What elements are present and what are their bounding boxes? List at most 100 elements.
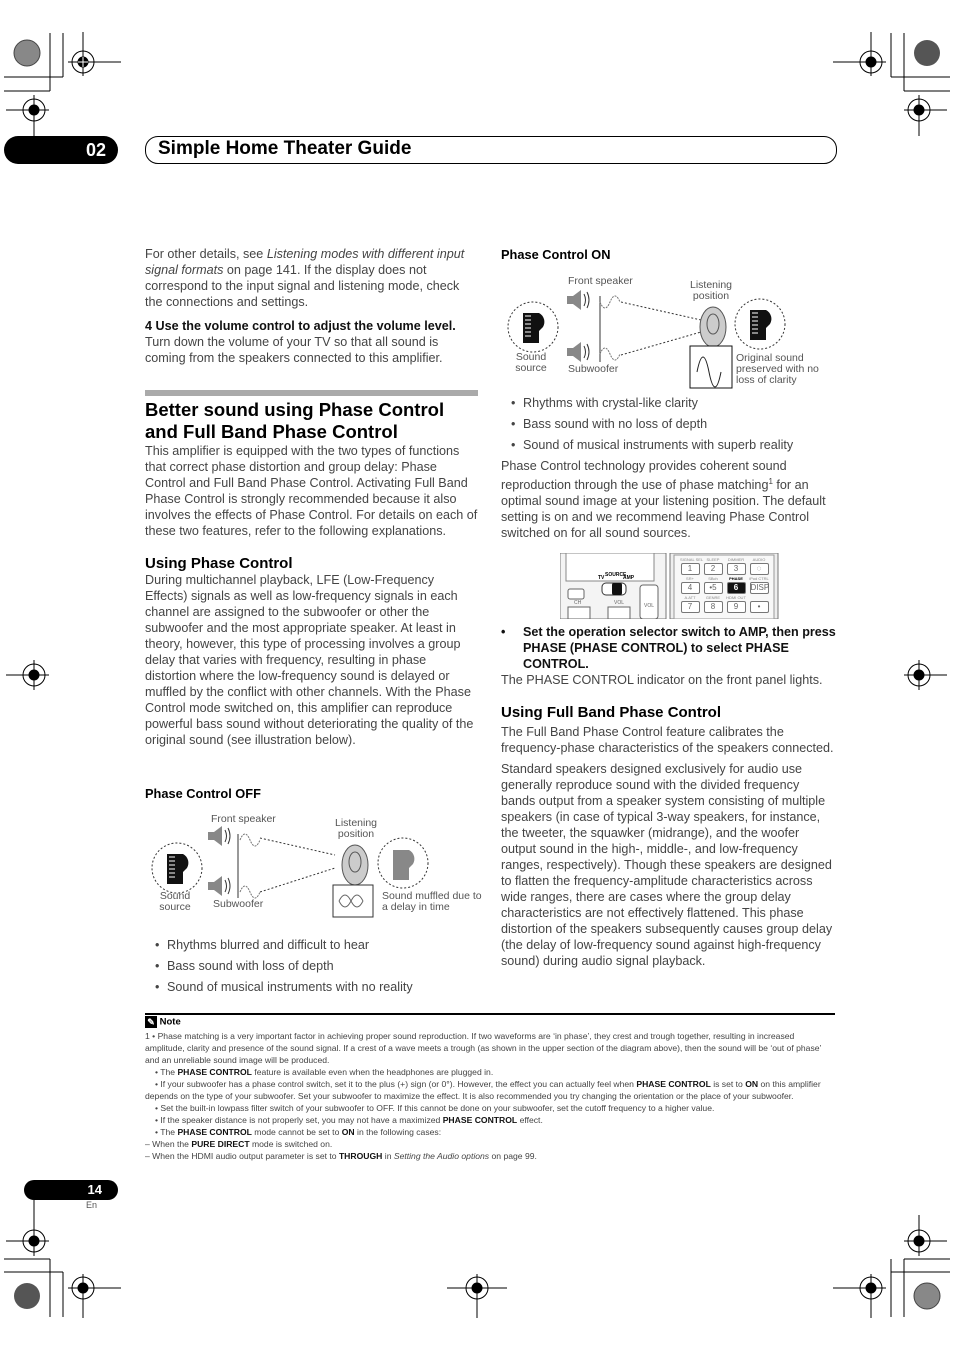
remote-key-caption: iPod CTRL	[749, 576, 769, 581]
remote-key[interactable]: DIMMER 3	[726, 557, 746, 575]
remote-key-caption: GENRE	[705, 595, 721, 600]
remote-key-button[interactable]: 8	[703, 601, 723, 613]
chapter-title: Simple Home Theater Guide	[158, 138, 412, 159]
label-subwoofer: Subwoofer	[213, 898, 264, 910]
remote-key[interactable]: AUDIO ◌	[749, 557, 769, 575]
label-subwoofer: Subwoofer	[568, 363, 619, 375]
section-title: Better sound using Phase Control and Ful…	[145, 399, 445, 442]
step4-text: Turn down the volume of your TV so that …	[145, 335, 443, 365]
remote-key[interactable]: •	[749, 595, 769, 613]
page-number: 14	[87, 1182, 102, 1197]
label-listening-position: Listening position	[689, 279, 733, 302]
page-number-tab: 14	[24, 1180, 118, 1200]
remote-key-button[interactable]: •	[749, 601, 769, 613]
bullet-item: Rhythms with crystal-like clarity	[501, 393, 836, 414]
note-item: • The PHASE CONTROL mode cannot be set t…	[155, 1127, 442, 1137]
muffled-piano-icon	[393, 850, 415, 880]
left-column: For other details, see Listening modes w…	[145, 246, 480, 366]
remote-key-button[interactable]: 7	[680, 601, 700, 613]
label-listening-position: Listening position	[334, 817, 378, 840]
remote-illustration: TV SOURCE AMP CH VOL VOL SIGNAL SEL 1 SLEE…	[560, 553, 780, 619]
label-sound-source: Sound source	[515, 351, 547, 374]
bullet-item: Rhythms blurred and difficult to hear	[145, 935, 480, 956]
instruction-text: • Set the operation selector switch to AM…	[501, 625, 836, 671]
step4-heading: 4 Use the volume control to adjust the v…	[145, 319, 456, 333]
remote-key-button[interactable]: DISP	[749, 582, 769, 594]
vol-label: VOL	[614, 600, 625, 606]
remote-key-button[interactable]: 1	[680, 563, 700, 575]
bullet-item: Sound of musical instruments with superb…	[501, 435, 836, 456]
remote-key[interactable]: PHASE 6	[726, 576, 746, 594]
subwoofer-icon	[567, 342, 581, 362]
bullet-item: Bass sound with no loss of depth	[501, 414, 836, 435]
label-result: Original sound preserved with no loss of…	[736, 352, 819, 386]
intro-prefix: For other details, see	[145, 247, 267, 261]
switch-label-amp: AMP	[623, 575, 635, 581]
remote-key[interactable]: HDMI OUT 9	[726, 595, 746, 613]
note-title: Note	[159, 1016, 181, 1028]
remote-key-caption: SR+	[686, 576, 694, 581]
pencil-icon: ✎	[145, 1016, 157, 1028]
remote-key-button[interactable]: 2	[703, 563, 723, 575]
instruction-label: Set the operation selector switch to AMP…	[523, 625, 836, 671]
bullet-item: Bass sound with loss of depth	[145, 956, 480, 977]
label-result: Sound muffled due to a delay in time	[382, 890, 482, 913]
phase-off-bullets: Rhythms blurred and difficult to hear Ba…	[145, 935, 480, 998]
ch-label: CH	[574, 600, 582, 606]
remote-key-caption: SBch	[708, 576, 718, 581]
label-front-speaker: Front speaker	[211, 813, 276, 825]
full-band-p1: The Full Band Phase Control feature cali…	[501, 725, 834, 755]
phase-off-heading: Phase Control OFF	[145, 786, 261, 801]
instruction-block: • Set the operation selector switch to AM…	[501, 624, 841, 688]
remote-key[interactable]: iPod CTRL DISP	[749, 576, 769, 594]
remote-key-button[interactable]: •5	[703, 582, 723, 594]
remote-key[interactable]: GENRE 8	[703, 595, 723, 613]
note-item: • If your subwoofer has a phase control …	[145, 1079, 821, 1101]
instruction-result: The PHASE CONTROL indicator on the front…	[501, 673, 823, 687]
label-sound-source: Sound source	[159, 890, 191, 913]
chapter-number: 02	[85, 140, 106, 160]
note-item: 1 • Phase matching is a very important f…	[145, 1031, 822, 1065]
phase-on-bullets: Rhythms with crystal-like clarity Bass s…	[501, 393, 836, 456]
label-front-speaker: Front speaker	[568, 275, 633, 287]
tech-text-a: Phase Control technology provides cohere…	[501, 459, 787, 493]
remote-key[interactable]: SR+ 4	[680, 576, 700, 594]
remote-key-button[interactable]: ◌	[749, 563, 769, 575]
piano-icon	[167, 854, 189, 884]
vol-side-label: VOL	[644, 603, 655, 609]
note-item: • If the speaker distance is not properl…	[155, 1115, 543, 1125]
ear-icon	[699, 306, 727, 348]
speaker-icon	[567, 290, 581, 310]
remote-key[interactable]: A.ATT 7	[680, 595, 700, 613]
note-rule	[145, 1013, 835, 1015]
full-band-section: Using Full Band Phase Control The Full B…	[501, 704, 836, 969]
remote-key-caption: SIGNAL SEL	[680, 557, 704, 562]
remote-key[interactable]: SBch •5	[703, 576, 723, 594]
remote-key-button[interactable]: 9	[726, 601, 746, 613]
speaker-icon	[208, 826, 222, 846]
remote-key-button[interactable]: 3	[726, 563, 746, 575]
intro-paragraph: For other details, see Listening modes w…	[145, 246, 480, 310]
remote-key-caption: DIMMER	[727, 557, 745, 562]
remote-key[interactable]: SLEEP 2	[703, 557, 723, 575]
note-body: 1 • Phase matching is a very important f…	[145, 1030, 835, 1162]
using-phase-text: During multichannel playback, LFE (Low-F…	[145, 573, 474, 747]
remote-key-caption: HDMI OUT	[726, 595, 746, 600]
tech-paragraph: Phase Control technology provides cohere…	[501, 458, 836, 541]
chapter-tab: 02	[4, 136, 118, 164]
remote-key[interactable]: SIGNAL SEL 1	[680, 557, 704, 575]
chapter-title-box: Simple Home Theater Guide	[145, 136, 837, 164]
phase-on-diagram: Front speaker Listening position Sound s…	[501, 272, 841, 392]
section-rule	[145, 390, 478, 396]
ear-icon	[341, 844, 369, 886]
note-item: • The PHASE CONTROL feature is available…	[155, 1067, 494, 1077]
full-band-p2: Standard speakers designed exclusively f…	[501, 762, 833, 968]
subwoofer-icon	[208, 876, 222, 896]
note-item: – When the PURE DIRECT mode is switched …	[145, 1139, 333, 1149]
section-block: Better sound using Phase Control and Ful…	[145, 399, 480, 748]
remote-key-button[interactable]: 4	[680, 582, 700, 594]
using-phase-heading: Using Phase Control	[145, 555, 293, 572]
piano-icon	[523, 313, 545, 343]
remote-key-button[interactable]: 6	[726, 582, 746, 594]
section-text: This amplifier is equipped with the two …	[145, 444, 478, 538]
